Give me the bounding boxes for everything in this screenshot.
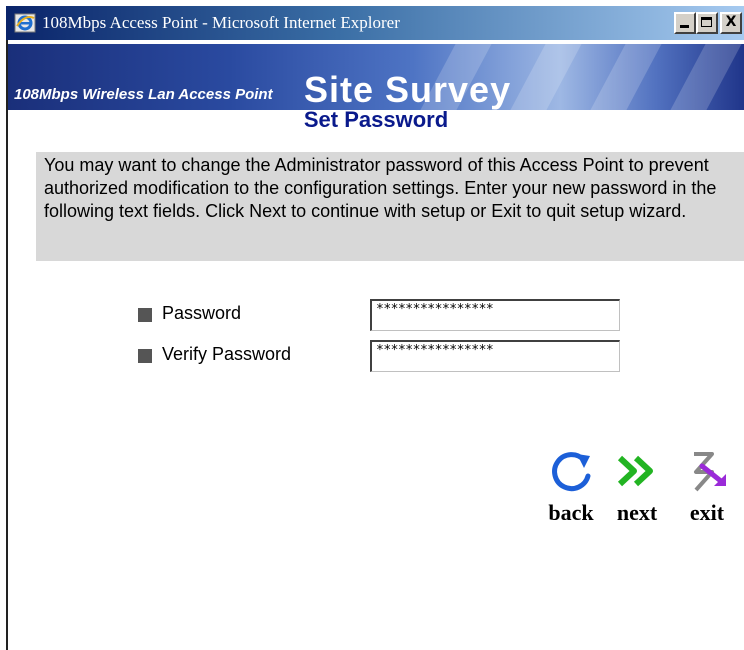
exit-label: exit: [689, 500, 725, 525]
square-bullet-icon: [138, 308, 152, 322]
maximize-icon: [701, 17, 712, 27]
banner-title: Site Survey: [304, 69, 512, 110]
verify-password-row: Verify Password ****************: [138, 340, 638, 372]
ie-icon: [14, 13, 36, 33]
close-icon: X: [725, 14, 737, 30]
next-label: next: [616, 500, 658, 525]
exit-button[interactable]: exit: [676, 446, 738, 526]
header-banner: 108Mbps Wireless Lan Access Point Site S…: [8, 44, 744, 110]
password-row: Password ****************: [138, 299, 638, 331]
next-button[interactable]: next: [606, 446, 668, 526]
description-text: You may want to change the Administrator…: [36, 152, 744, 261]
banner-stripe: [590, 44, 662, 110]
page-title: Set Password: [303, 107, 449, 132]
minimize-icon: [680, 25, 689, 28]
close-button[interactable]: X: [720, 12, 742, 34]
minimize-button[interactable]: [674, 12, 696, 34]
double-chevron-right-icon: [617, 455, 653, 487]
back-label: back: [548, 500, 594, 525]
password-label: Password: [162, 303, 242, 323]
browser-window: 108Mbps Access Point - Microsoft Interne…: [0, 0, 744, 650]
square-bullet-icon: [138, 349, 152, 363]
title-bar[interactable]: 108Mbps Access Point - Microsoft Interne…: [6, 6, 744, 40]
banner-subtitle: 108Mbps Wireless Lan Access Point: [14, 86, 273, 103]
back-button[interactable]: back: [540, 446, 602, 526]
banner-stripe: [510, 44, 582, 110]
exit-arrow-icon: [694, 452, 726, 492]
maximize-button[interactable]: [696, 12, 718, 34]
verify-password-label: Verify Password: [162, 344, 292, 364]
banner-stripe: [670, 44, 742, 110]
verify-password-field[interactable]: ****************: [370, 340, 620, 372]
window-title: 108Mbps Access Point - Microsoft Interne…: [42, 13, 400, 32]
circular-arrow-icon: [552, 452, 591, 492]
password-field[interactable]: ****************: [370, 299, 620, 331]
